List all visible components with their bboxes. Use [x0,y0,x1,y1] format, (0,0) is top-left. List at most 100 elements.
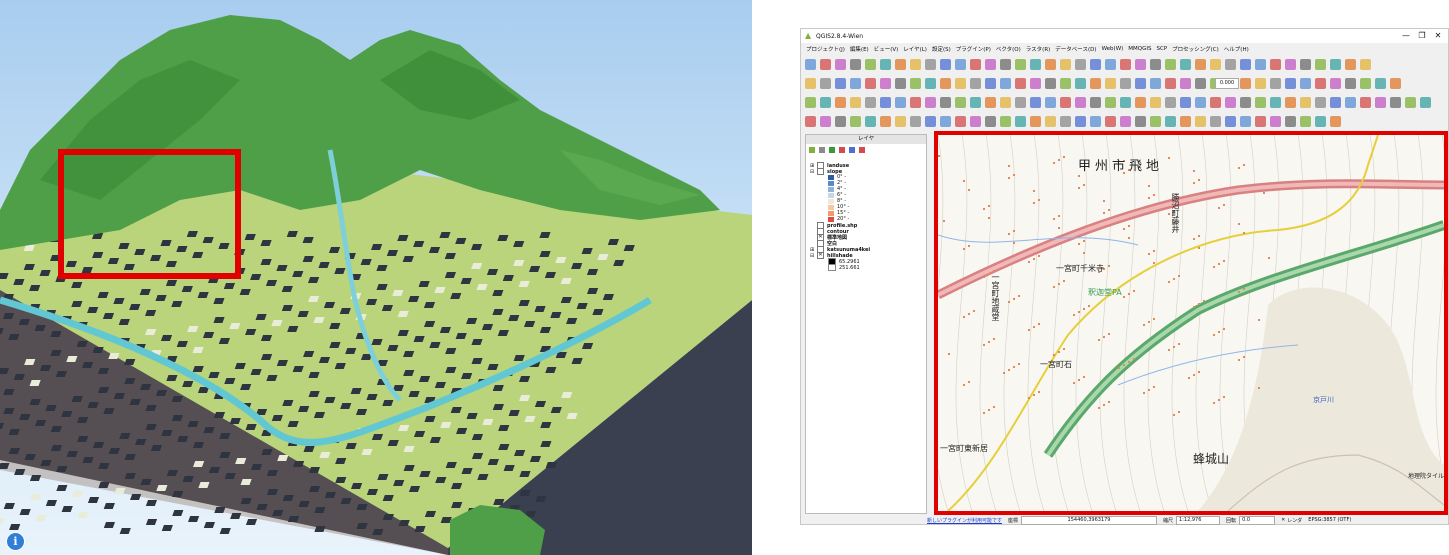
toolbar-tool-icon[interactable] [970,116,981,127]
toolbar-tool-icon[interactable] [910,116,921,127]
toolbar-tool-icon[interactable] [1255,59,1266,70]
toolbar-tool-icon[interactable] [1375,78,1386,89]
toolbar-tool-icon[interactable] [1225,97,1236,108]
toolbar-tool-icon[interactable] [985,59,996,70]
menu-item[interactable]: レイヤ(L) [903,45,927,53]
toolbar-tool-icon[interactable] [1150,116,1161,127]
toolbar-tool-icon[interactable] [1090,78,1101,89]
toolbar-tool-icon[interactable] [1030,78,1041,89]
toolbar-tool-icon[interactable] [1285,116,1296,127]
toolbar-tool-icon[interactable] [1075,116,1086,127]
toolbar-tool-icon[interactable] [1255,97,1266,108]
rotation-field[interactable]: 0.0 [1239,515,1276,525]
toolbar-tool-icon[interactable] [1030,59,1041,70]
toolbar-tool-icon[interactable] [1240,116,1251,127]
toolbar-tool-icon[interactable] [1270,116,1281,127]
toolbar-tool-icon[interactable] [805,97,816,108]
toolbar-tool-icon[interactable] [1075,78,1086,89]
toolbar-tool-icon[interactable] [985,78,996,89]
toolbar-tool-icon[interactable] [1015,78,1026,89]
toolbar-tool-icon[interactable] [1210,116,1221,127]
toolbar-tool-icon[interactable] [1300,97,1311,108]
toolbar-tool-icon[interactable] [865,97,876,108]
toolbar-tool-icon[interactable] [1030,116,1041,127]
toolbar-tool-icon[interactable] [940,97,951,108]
toolbar-tool-icon[interactable] [880,116,891,127]
toolbar-tool-icon[interactable] [1240,78,1251,89]
toolbar-tool-icon[interactable] [835,116,846,127]
toolbar-tool-icon[interactable] [1165,59,1176,70]
menu-item[interactable]: プロジェクト(J) [806,45,845,53]
toolbar-tool-icon[interactable] [985,116,996,127]
toolbar-tool-icon[interactable] [1165,97,1176,108]
close-button[interactable]: ✕ [1430,29,1446,43]
toolbar-tool-icon[interactable] [1390,78,1401,89]
toolbar-tool-icon[interactable] [895,116,906,127]
toolbar-tool-icon[interactable] [1060,59,1071,70]
toolbar-tool-icon[interactable] [850,116,861,127]
toolbar-tool-icon[interactable] [1045,78,1056,89]
remove-layer-icon[interactable] [859,146,865,153]
toolbar-tool-icon[interactable] [1060,78,1071,89]
menu-item[interactable]: ベクタ(O) [996,45,1021,53]
scale-combo[interactable]: 1:12,976 [1176,515,1221,525]
crs-button[interactable]: EPSG:3857 (OTF) [1308,517,1351,523]
toolbar-tool-icon[interactable] [1195,97,1206,108]
toolbar-tool-icon[interactable] [1270,97,1281,108]
toolbar-tool-icon[interactable] [1090,116,1101,127]
expand-toggle[interactable]: ⊟ [810,169,817,175]
toolbar-tool-icon[interactable] [1285,97,1296,108]
toolbar-tool-icon[interactable] [1090,97,1101,108]
hillshade-legend-item[interactable]: 251.661 [828,264,860,271]
toolbar-tool-icon[interactable] [1330,59,1341,70]
scale-field[interactable]: 0.000 [1215,78,1239,89]
menu-item[interactable]: 編集(E) [850,45,869,53]
toolbar-tool-icon[interactable] [1420,97,1431,108]
toolbar-tool-icon[interactable] [1045,97,1056,108]
toolbar-tool-icon[interactable] [850,97,861,108]
toolbar-tool-icon[interactable] [1330,78,1341,89]
toolbar-tool-icon[interactable] [1165,78,1176,89]
toolbar-tool-icon[interactable] [955,116,966,127]
menu-item[interactable]: MMQGIS [1128,46,1151,52]
toolbar-tool-icon[interactable] [1405,97,1416,108]
toolbar-tool-icon[interactable] [970,59,981,70]
toolbar-tool-icon[interactable] [895,97,906,108]
toolbar-tool-icon[interactable] [940,78,951,89]
toolbar-tool-icon[interactable] [1315,116,1326,127]
toolbar-tool-icon[interactable] [925,97,936,108]
toolbar-tool-icon[interactable] [1075,59,1086,70]
toolbar-tool-icon[interactable] [1330,116,1341,127]
toolbar-tool-icon[interactable] [1360,78,1371,89]
toolbar-tool-icon[interactable] [1315,97,1326,108]
add-group-icon[interactable] [809,146,815,153]
toolbar-tool-icon[interactable] [1240,97,1251,108]
toolbar-tool-icon[interactable] [1045,116,1056,127]
toolbar-tool-icon[interactable] [1300,59,1311,70]
collapse-all-icon[interactable] [849,146,855,153]
toolbar-tool-icon[interactable] [1315,78,1326,89]
toolbar-tool-icon[interactable] [850,59,861,70]
render-checkbox[interactable]: ✕ [1281,517,1285,523]
toolbar-tool-icon[interactable] [1105,116,1116,127]
toolbar-tool-icon[interactable] [1360,59,1371,70]
toolbar-tool-icon[interactable] [1195,116,1206,127]
toolbar-tool-icon[interactable] [1270,59,1281,70]
layer-visibility-checkbox[interactable]: ✕ [817,252,824,259]
toolbar-tool-icon[interactable] [1270,78,1281,89]
toolbar-tool-icon[interactable] [1165,116,1176,127]
toolbar-tool-icon[interactable] [1345,59,1356,70]
toolbar-tool-icon[interactable] [955,78,966,89]
toolbar-tool-icon[interactable] [970,97,981,108]
toolbar-tool-icon[interactable] [1315,59,1326,70]
toolbar-tool-icon[interactable] [835,97,846,108]
toolbar-tool-icon[interactable] [1135,97,1146,108]
toolbar-tool-icon[interactable] [1135,78,1146,89]
toolbar-tool-icon[interactable] [1030,97,1041,108]
toolbar-tool-icon[interactable] [1150,97,1161,108]
toolbar-tool-icon[interactable] [1255,116,1266,127]
toolbar-tool-icon[interactable] [925,116,936,127]
toolbar-tool-icon[interactable] [1195,59,1206,70]
toolbar-tool-icon[interactable] [820,116,831,127]
toolbar-tool-icon[interactable] [805,116,816,127]
